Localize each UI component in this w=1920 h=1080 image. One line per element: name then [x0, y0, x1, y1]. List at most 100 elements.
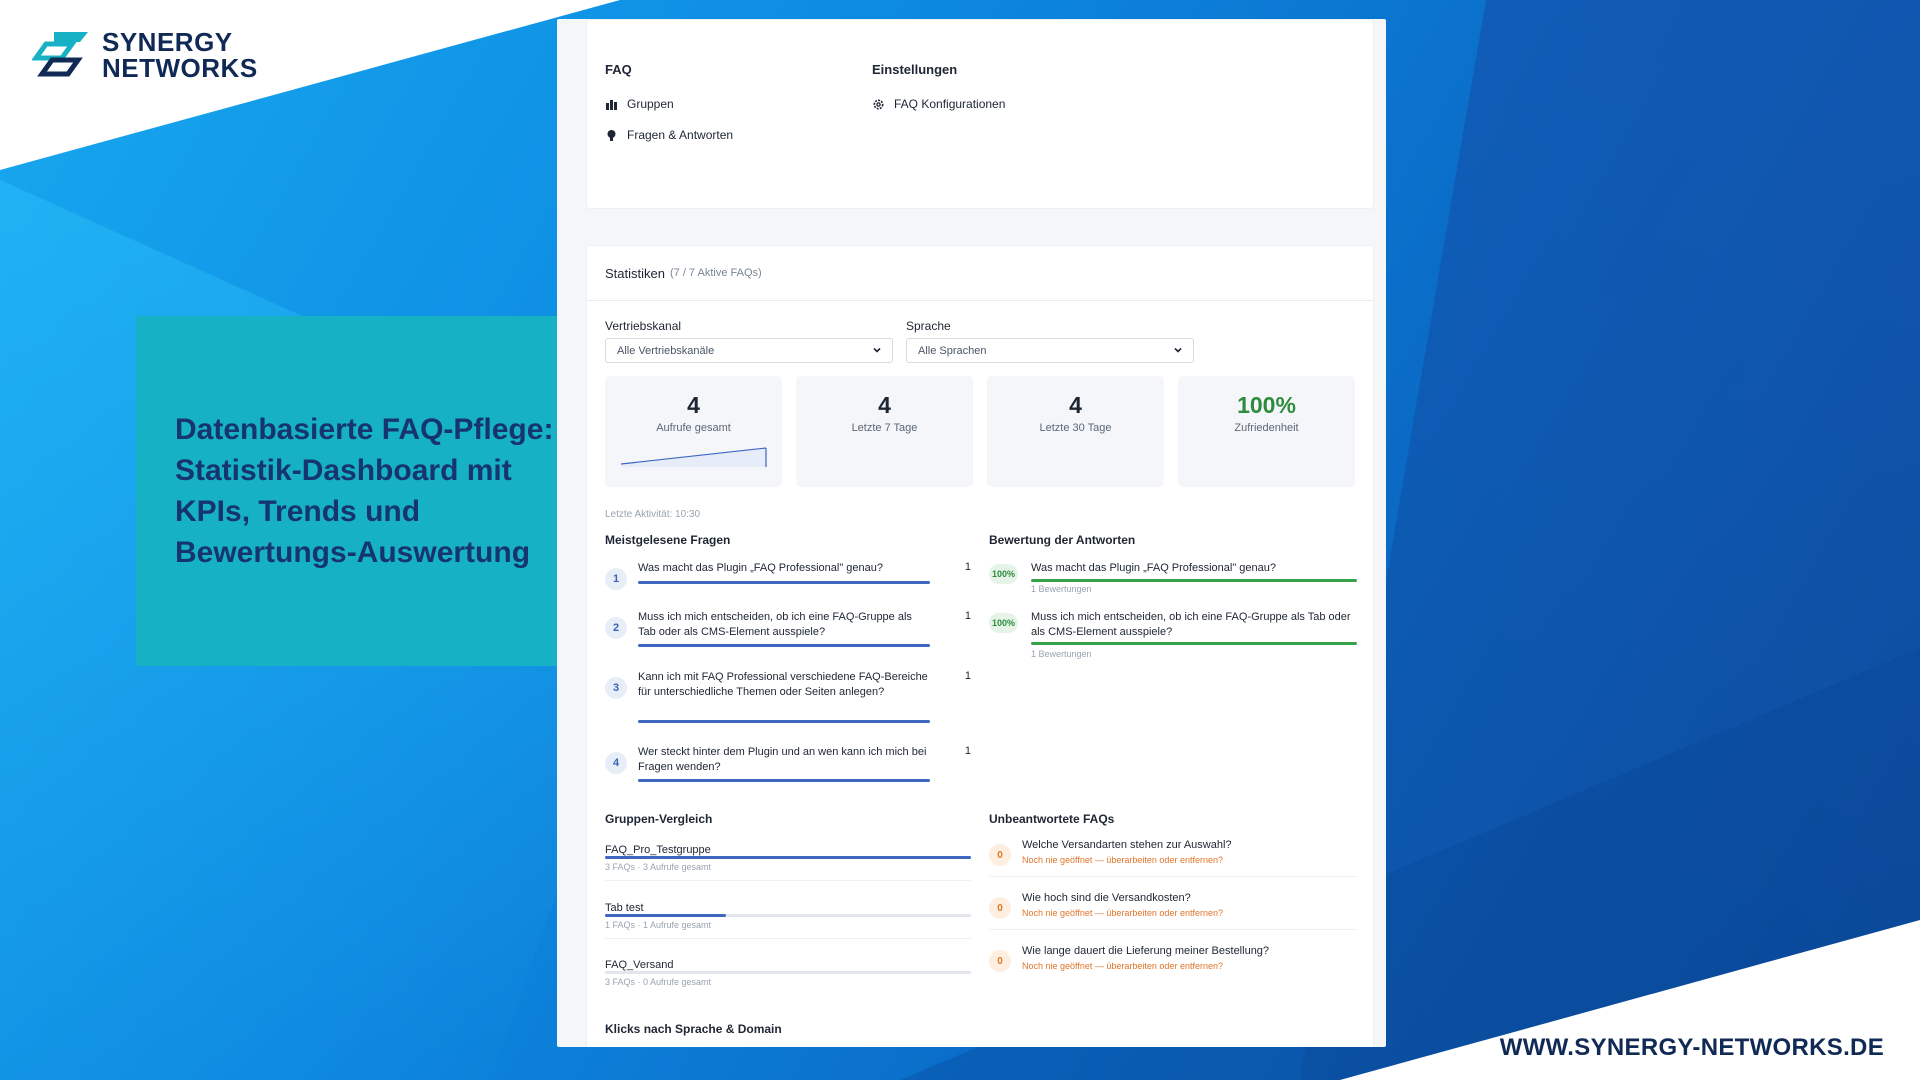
view-count: 1	[964, 561, 971, 573]
channel-label: Vertriebskanal	[605, 319, 682, 333]
divider	[989, 929, 1357, 930]
question-text: Muss ich mich entscheiden, ob ich eine F…	[638, 611, 912, 638]
nav-item-label: Fragen & Antworten	[627, 128, 734, 142]
kpi-last-7-days: 4 Letzte 7 Tage	[796, 376, 973, 487]
views-sparkline	[621, 447, 767, 467]
language-select-value: Alle Sprachen	[918, 344, 987, 357]
unanswered-question: Wie lange dauert die Lieferung meiner Be…	[1022, 945, 1270, 957]
kpi-value: 4	[1069, 392, 1082, 418]
kpi-label: Letzte 7 Tage	[851, 422, 918, 434]
group-bar-track	[605, 914, 971, 917]
kpi-value: 4	[878, 392, 891, 418]
open-count-badge: 0	[989, 897, 1011, 919]
settings-section-title: Einstellungen	[872, 62, 958, 77]
synergy-logo-icon	[32, 32, 88, 77]
headline-box: Datenbasierte FAQ-Pflege: Statistik-Dash…	[136, 316, 586, 666]
language-label: Sprache	[906, 319, 951, 333]
nav-item-faq-konfigurationen[interactable]: FAQ Konfigurationen	[872, 97, 1005, 111]
group-bar-track	[605, 971, 971, 974]
faq-section-title: FAQ	[605, 62, 632, 77]
group-item[interactable]: Tab test 1 FAQs · 1 Aufrufe gesamt	[605, 902, 971, 939]
question-text: Wer steckt hinter dem Plugin und an wen …	[638, 746, 927, 773]
group-item[interactable]: FAQ_Pro_Testgruppe 3 FAQs · 3 Aufrufe ge…	[605, 844, 971, 881]
rating-question: Was macht das Plugin „FAQ Professional" …	[1031, 562, 1277, 574]
views-bar	[638, 644, 930, 647]
view-count: 1	[964, 610, 971, 622]
chevron-down-icon	[873, 347, 881, 353]
rating-count: 1 Bewertungen	[1031, 584, 1092, 594]
brand-name-line2: NETWORKS	[102, 53, 258, 83]
unanswered-hint: Noch nie geöffnet — überarbeiten oder en…	[1022, 855, 1223, 865]
rating-question: Muss ich mich entscheiden, ob ich eine F…	[1031, 611, 1351, 638]
statistics-header: Statistiken (7 / 7 Aktive FAQs)	[587, 246, 1373, 301]
kpi-satisfaction: 100% Zufriedenheit	[1178, 376, 1355, 487]
rank-badge: 2	[605, 617, 627, 639]
brand-name: SYNERGY NETWORKS	[102, 29, 258, 81]
views-bar	[638, 779, 930, 782]
group-name: Tab test	[605, 902, 644, 914]
language-select[interactable]: Alle Sprachen	[906, 338, 1194, 363]
group-bar	[605, 856, 971, 859]
chevron-down-icon	[1174, 347, 1182, 353]
gear-icon	[873, 99, 884, 109]
last-activity: Letzte Aktivität: 10:30	[605, 509, 701, 520]
group-bar-track	[605, 856, 971, 859]
rating-percent: 100%	[989, 564, 1018, 584]
question-text: Kann ich mit FAQ Professional verschiede…	[638, 671, 928, 698]
lightbulb-icon	[607, 129, 616, 141]
group-meta: 3 FAQs · 3 Aufrufe gesamt	[605, 862, 712, 872]
clicks-title: Klicks nach Sprache & Domain	[605, 1022, 782, 1036]
rank-badge: 1	[605, 568, 627, 590]
kpi-label: Letzte 30 Tage	[1039, 422, 1112, 434]
rating-percent: 100%	[989, 613, 1018, 633]
group-name: FAQ_Pro_Testgruppe	[605, 844, 711, 856]
kpi-label: Zufriedenheit	[1234, 422, 1299, 434]
white-corner-top	[0, 0, 620, 170]
group-bar	[605, 914, 726, 917]
bar-chart-icon	[606, 99, 617, 110]
divider	[989, 876, 1357, 877]
unanswered-title: Unbeantwortete FAQs	[989, 812, 1115, 826]
open-count-badge: 0	[989, 950, 1011, 972]
kpi-last-30-days: 4 Letzte 30 Tage	[987, 376, 1164, 487]
kpi-value: 4	[687, 392, 700, 418]
rank-badge: 3	[605, 677, 627, 699]
group-item[interactable]: FAQ_Versand 3 FAQs · 0 Aufrufe gesamt	[605, 959, 971, 987]
active-faqs-count: (7 / 7 Aktive FAQs)	[669, 267, 762, 279]
brand-url[interactable]: WWW.SYNERGY-NETWORKS.DE	[1500, 1034, 1884, 1062]
group-meta: 1 FAQs · 1 Aufrufe gesamt	[605, 920, 712, 930]
divider	[605, 938, 971, 939]
view-count: 1	[964, 745, 971, 757]
kpi-label: Aufrufe gesamt	[656, 422, 731, 434]
unanswered-question: Welche Versandarten stehen zur Auswahl?	[1022, 839, 1232, 851]
brand-logo[interactable]: SYNERGY NETWORKS	[32, 28, 258, 82]
unanswered-hint: Noch nie geöffnet — überarbeiten oder en…	[1022, 961, 1223, 971]
group-meta: 3 FAQs · 0 Aufrufe gesamt	[605, 977, 712, 987]
most-read-title: Meistgelesene Fragen	[605, 533, 731, 547]
views-bar	[638, 720, 930, 723]
divider	[605, 880, 971, 881]
unanswered-hint: Noch nie geöffnet — überarbeiten oder en…	[1022, 908, 1223, 918]
kpi-total-views: 4 Aufrufe gesamt	[605, 376, 782, 487]
kpi-value: 100%	[1237, 392, 1296, 418]
headline: Datenbasierte FAQ-Pflege: Statistik-Dash…	[175, 413, 554, 569]
ratings-title: Bewertung der Antworten	[989, 533, 1136, 547]
rank-badge: 4	[605, 752, 627, 774]
nav-item-fragen-antworten[interactable]: Fragen & Antworten	[605, 128, 733, 142]
brand-name-line1: SYNERGY	[102, 27, 233, 57]
rating-bar	[1031, 642, 1357, 645]
groups-title: Gruppen-Vergleich	[605, 812, 713, 826]
rating-count: 1 Bewertungen	[1031, 649, 1092, 659]
nav-item-label: Gruppen	[627, 97, 674, 111]
unanswered-question: Wie hoch sind die Versandkosten?	[1022, 892, 1191, 904]
question-text: Was macht das Plugin „FAQ Professional" …	[638, 562, 884, 574]
statistics-card: Statistiken (7 / 7 Aktive FAQs) Vertrieb…	[586, 245, 1374, 1047]
dashboard-screenshot: FAQ Gruppen Fragen & Antworten Einstellu…	[557, 19, 1386, 1047]
channel-select[interactable]: Alle Vertriebskanäle	[605, 338, 893, 363]
channel-select-value: Alle Vertriebskanäle	[617, 344, 715, 357]
nav-item-gruppen[interactable]: Gruppen	[605, 97, 674, 111]
views-bar	[638, 581, 930, 584]
nav-item-label: FAQ Konfigurationen	[894, 97, 1006, 111]
open-count-badge: 0	[989, 844, 1011, 866]
statistics-title: Statistiken	[605, 265, 665, 281]
